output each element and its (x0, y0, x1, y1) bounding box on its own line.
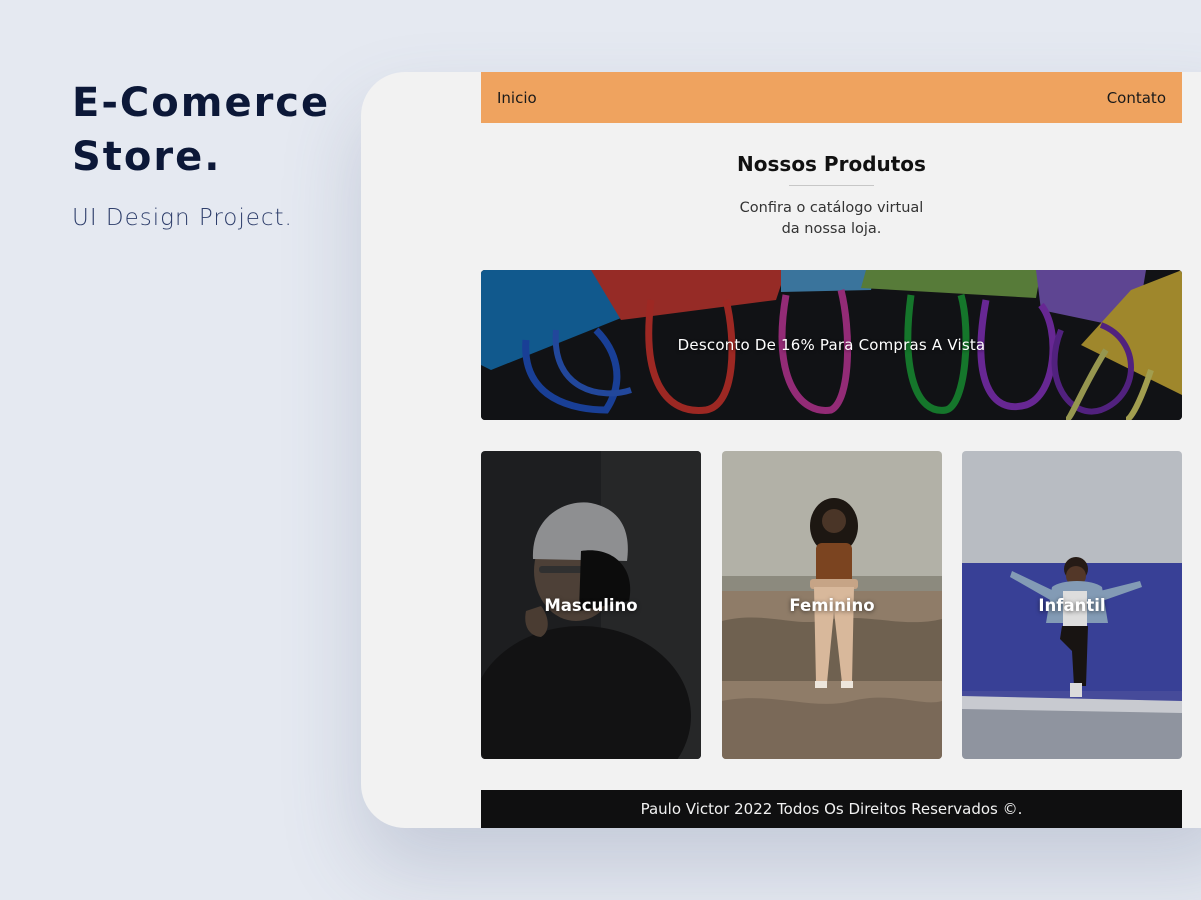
nav-link-contact[interactable]: Contato (1107, 89, 1166, 107)
nav-link-home[interactable]: Inicio (497, 89, 537, 107)
site-footer: Paulo Victor 2022 Todos Os Direitos Rese… (481, 790, 1182, 828)
project-subtitle: UI Design Project. (72, 205, 293, 231)
products-description-line2: da nossa loja. (781, 221, 882, 237)
category-label-masculino: Masculino (544, 595, 638, 615)
category-card-infantil[interactable]: Infantil (962, 451, 1182, 759)
category-card-masculino[interactable]: Masculino (481, 451, 701, 759)
website-preview: Inicio Contato Nossos Produtos Confira o… (481, 72, 1182, 828)
category-label-infantil: Infantil (1038, 595, 1106, 615)
heading-divider (789, 185, 874, 186)
project-title-line2: Store. (72, 134, 222, 180)
project-title-line1: E-Comerce (72, 80, 331, 126)
category-cards: Masculino Feminino Infantil (481, 451, 1182, 759)
category-label-feminino: Feminino (789, 595, 875, 615)
category-card-feminino[interactable]: Feminino (722, 451, 942, 759)
footer-text: Paulo Victor 2022 Todos Os Direitos Rese… (640, 800, 1023, 818)
products-description-line1: Confira o catálogo virtual (739, 200, 924, 216)
banner-text: Desconto De 16% Para Compras A Vista (677, 336, 986, 354)
products-description: Confira o catálogo virtual da nossa loja… (681, 198, 982, 240)
project-title: E-Comerce Store. (72, 76, 330, 184)
navbar: Inicio Contato (481, 72, 1182, 123)
products-heading: Nossos Produtos (737, 152, 926, 176)
discount-banner[interactable]: Desconto De 16% Para Compras A Vista (481, 270, 1182, 420)
